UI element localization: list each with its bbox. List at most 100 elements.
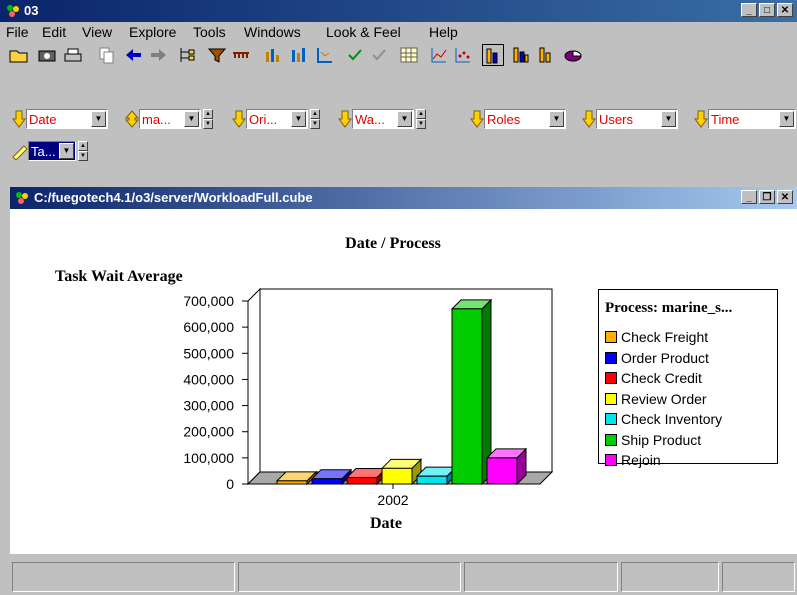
legend-item: Check Inventory xyxy=(605,410,722,428)
legend-swatch xyxy=(605,413,617,425)
dimension-users-label: Users xyxy=(599,111,633,127)
down-arrow-icon xyxy=(582,110,596,128)
line-chart-icon[interactable] xyxy=(428,44,450,66)
down-arrow-icon xyxy=(232,110,246,128)
menu-edit[interactable]: Edit xyxy=(42,24,66,40)
status-cell xyxy=(238,562,461,592)
dropdown-arrow-icon[interactable]: ▼ xyxy=(291,111,306,127)
stacked-bar3d-icon[interactable] xyxy=(510,44,532,66)
menu-look-and-feel[interactable]: Look & Feel xyxy=(326,24,401,40)
dimension-date-label: Date xyxy=(29,111,57,127)
bar3d-alt-icon[interactable] xyxy=(536,44,558,66)
x-axis-label: Date xyxy=(370,515,402,532)
menu-explore[interactable]: Explore xyxy=(129,24,176,40)
dimension-wa[interactable]: Wa... ▼ ▲ ▼ xyxy=(338,108,426,130)
copy-icon[interactable] xyxy=(96,44,118,66)
toolbar xyxy=(0,42,797,106)
dropdown-arrow-icon[interactable]: ▼ xyxy=(661,111,676,127)
y-tick-label: 400,000 xyxy=(183,371,234,387)
legend-label: Check Credit xyxy=(621,370,702,386)
y-tick-label: 700,000 xyxy=(183,293,234,309)
dimension-users[interactable]: Users ▼ xyxy=(582,108,678,130)
maximize-button[interactable]: □ xyxy=(759,3,775,17)
app-icon xyxy=(7,5,19,17)
legend-label: Ship Product xyxy=(621,431,702,448)
minimize-button[interactable]: _ xyxy=(741,3,757,17)
bar-review-order xyxy=(381,467,413,485)
uncheck-icon[interactable] xyxy=(368,44,390,66)
menu-file[interactable]: File xyxy=(6,24,29,40)
menu-windows[interactable]: Windows xyxy=(244,24,301,40)
legend-swatch xyxy=(605,331,617,343)
legend-item: Ship Product xyxy=(605,431,701,449)
print-icon[interactable] xyxy=(62,44,84,66)
legend-swatch xyxy=(605,372,617,384)
dimension-ma-label: ma... xyxy=(142,111,171,127)
down-arrow-icon xyxy=(694,110,708,128)
dimension-ori-label: Ori... xyxy=(249,111,278,127)
dropdown-arrow-icon[interactable]: ▼ xyxy=(184,111,199,127)
sort-stepper[interactable]: ▲ ▼ xyxy=(310,109,320,129)
down-arrow-icon xyxy=(12,110,26,128)
legend-swatch xyxy=(605,454,617,466)
x-tick-label: 2002 xyxy=(377,492,408,508)
menu-help[interactable]: Help xyxy=(429,24,458,40)
legend-item: Review Order xyxy=(605,390,707,408)
sort-stepper[interactable]: ▲ ▼ xyxy=(416,109,426,129)
y-tick-label: 0 xyxy=(226,476,234,492)
cube-window-title: C:/fuegotech4.1/o3/server/WorkloadFull.c… xyxy=(34,190,313,205)
camera-icon[interactable] xyxy=(36,44,58,66)
minimize-button[interactable]: _ xyxy=(741,190,757,204)
scatter-icon[interactable] xyxy=(452,44,474,66)
close-button[interactable]: ✕ xyxy=(777,190,793,204)
legend-label: Order Product xyxy=(621,349,709,366)
dropdown-arrow-icon[interactable]: ▼ xyxy=(549,111,564,127)
dropdown-arrow-icon[interactable]: ▼ xyxy=(779,111,794,127)
pie-icon[interactable] xyxy=(562,44,584,66)
dimension-ta[interactable]: Ta... ▼ ▲ ▼ xyxy=(12,140,88,162)
dimension-time[interactable]: Time ▼ xyxy=(694,108,796,130)
menu-view[interactable]: View xyxy=(82,24,112,40)
y-tick-label: 300,000 xyxy=(183,398,234,414)
legend-item: Check Credit xyxy=(605,369,702,387)
menu-tools[interactable]: Tools xyxy=(193,24,226,40)
close-button[interactable]: ✕ xyxy=(777,3,793,17)
sort-stepper[interactable]: ▲ ▼ xyxy=(78,141,88,161)
status-cell xyxy=(621,562,719,592)
bar3d-icon[interactable] xyxy=(482,44,504,66)
legend-swatch xyxy=(605,433,617,446)
app-title: 03 xyxy=(24,3,39,18)
check-icon[interactable] xyxy=(344,44,366,66)
status-cell xyxy=(722,562,795,592)
legend-label: Rejoin xyxy=(621,452,661,468)
dimension-bar: Date ▼ ma... ▼ ▲ ▼ Ori... ▼ ▲ ▼ Wa... ▼ ▲ ▼ Rol… xyxy=(0,106,797,166)
grouped-bar-icon[interactable] xyxy=(288,44,310,66)
hierarchy-icon[interactable] xyxy=(176,44,198,66)
cube-window-titlebar: C:/fuegotech4.1/o3/server/WorkloadFull.c… xyxy=(10,187,797,209)
dimension-date[interactable]: Date ▼ xyxy=(12,108,108,130)
sort-stepper[interactable]: ▲ ▼ xyxy=(203,109,213,129)
open-folder-icon[interactable] xyxy=(8,44,30,66)
status-cell xyxy=(12,562,235,592)
dimension-ma[interactable]: ma... ▼ ▲ ▼ xyxy=(125,108,213,130)
filter-icon[interactable] xyxy=(206,44,228,66)
scale-icon[interactable] xyxy=(230,44,252,66)
dimension-ta-label: Ta... xyxy=(31,143,56,159)
cube-icon xyxy=(16,192,28,204)
legend-label: Review Order xyxy=(621,390,707,407)
axis-icon[interactable] xyxy=(314,44,336,66)
dropdown-arrow-icon[interactable]: ▼ xyxy=(91,111,106,127)
restore-button[interactable]: ❐ xyxy=(759,190,775,204)
bar-check-inventory xyxy=(416,475,448,485)
chart-title: Date / Process xyxy=(345,235,441,252)
back-wall xyxy=(259,288,553,473)
dropdown-arrow-icon[interactable]: ▼ xyxy=(397,111,412,127)
dimension-roles[interactable]: Roles ▼ xyxy=(470,108,566,130)
grid-icon[interactable] xyxy=(398,44,420,66)
dimension-wa-label: Wa... xyxy=(355,111,385,127)
dropdown-arrow-icon[interactable]: ▼ xyxy=(59,143,74,159)
dimension-ori[interactable]: Ori... ▼ ▲ ▼ xyxy=(232,108,320,130)
bar-chart-icon[interactable] xyxy=(262,44,284,66)
forward-arrow-icon[interactable] xyxy=(148,44,170,66)
back-arrow-icon[interactable] xyxy=(122,44,144,66)
